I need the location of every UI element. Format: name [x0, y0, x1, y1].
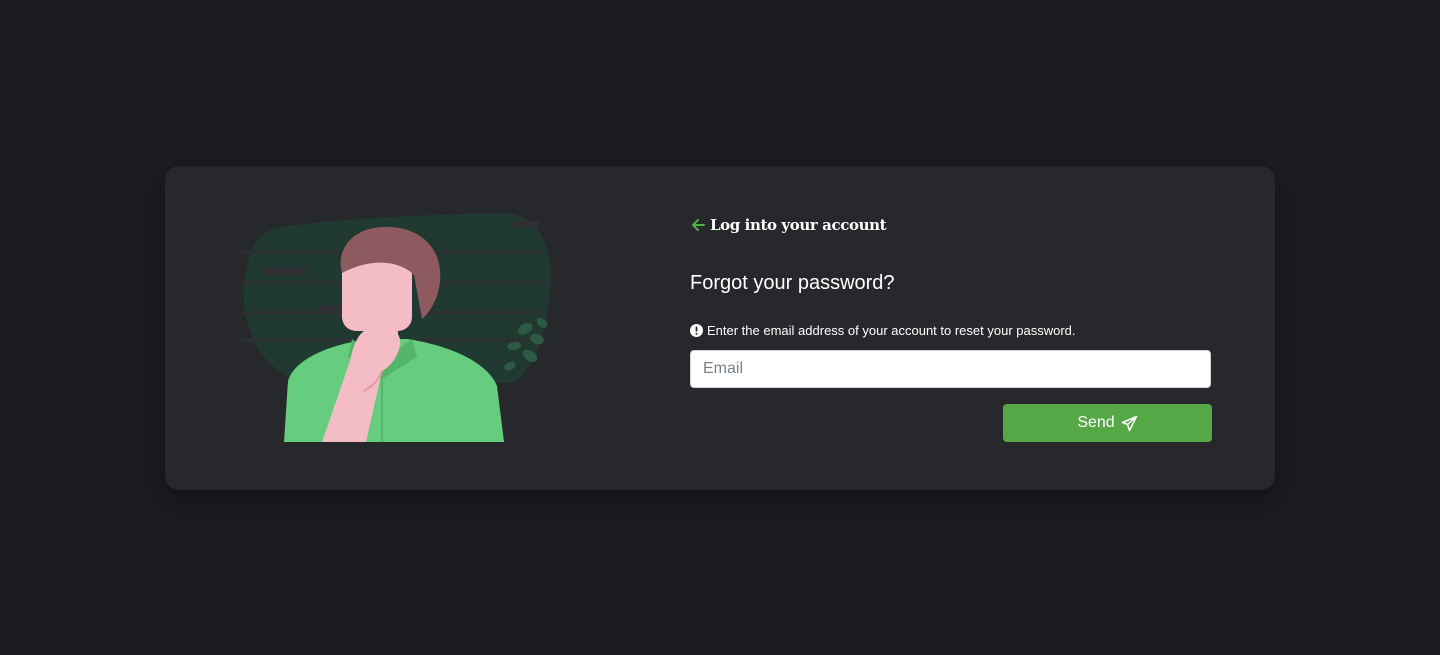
- send-button-label: Send: [1077, 414, 1115, 431]
- email-input[interactable]: [690, 350, 1211, 388]
- forgot-password-card: Log into your account Forgot your passwo…: [165, 166, 1275, 490]
- arrow-left-icon: [690, 217, 706, 233]
- paper-plane-icon: [1121, 415, 1138, 432]
- page-title: Forgot your password?: [690, 272, 895, 294]
- thinking-person-illustration: [242, 211, 562, 443]
- reset-hint: Enter the email address of your account …: [690, 323, 1076, 338]
- back-to-login-link[interactable]: Log into your account: [690, 216, 887, 234]
- reset-hint-text: Enter the email address of your account …: [707, 323, 1076, 338]
- back-link-label: Log into your account: [710, 216, 887, 234]
- send-button[interactable]: Send: [1003, 404, 1212, 442]
- exclamation-circle-icon: [690, 324, 703, 337]
